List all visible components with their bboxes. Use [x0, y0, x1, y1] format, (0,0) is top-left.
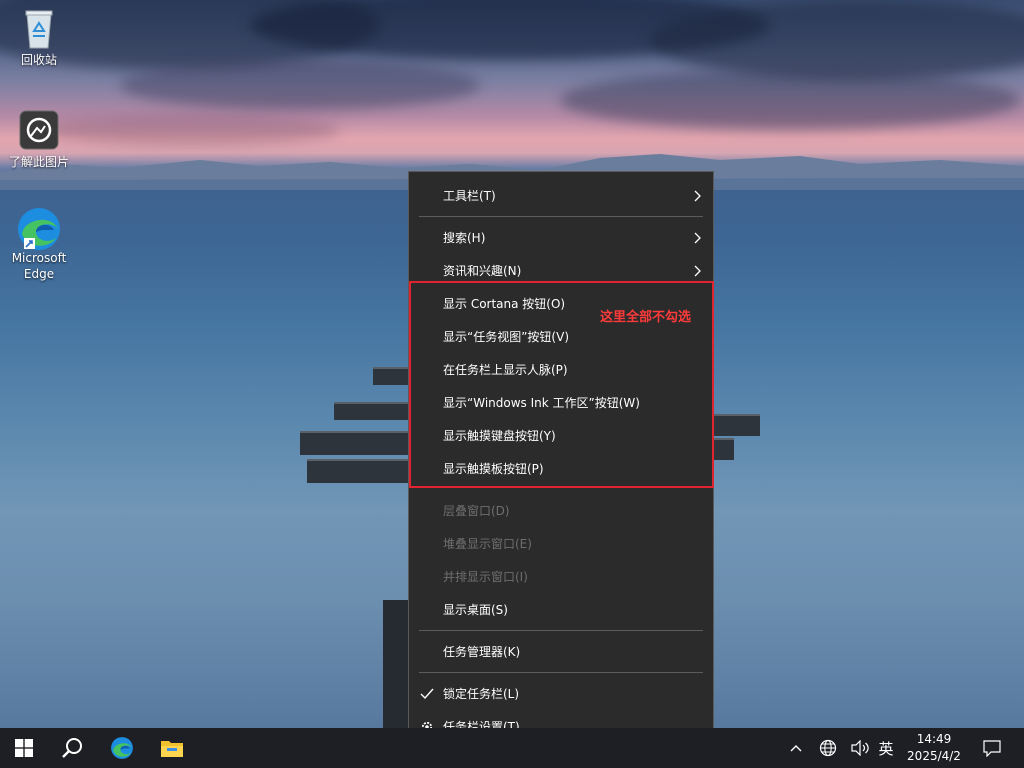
file-explorer-icon	[161, 741, 183, 757]
chevron-right-icon	[694, 265, 701, 277]
search-icon	[62, 738, 82, 758]
taskbar-edge-button[interactable]	[98, 728, 146, 768]
pier-plank	[373, 367, 413, 385]
pier-plank	[714, 414, 760, 436]
pier-plank	[714, 438, 734, 460]
menu-item-show-desktop[interactable]: 显示桌面(S)	[409, 594, 713, 627]
menu-item-label: 任务管理器(K)	[443, 645, 521, 659]
menu-item-label: 工具栏(T)	[443, 189, 496, 203]
desktop-icon-label: 了解此图片	[8, 155, 69, 169]
globe-icon	[819, 739, 837, 757]
speaker-icon	[851, 740, 869, 756]
network-button[interactable]	[816, 728, 840, 768]
menu-item-label: 搜索(H)	[443, 231, 486, 245]
menu-separator	[419, 216, 703, 217]
menu-item-label: 层叠窗口(D)	[443, 504, 510, 518]
windows-start-icon	[15, 739, 33, 757]
pier-plank	[300, 431, 412, 455]
desktop-icon-learn-about-picture[interactable]: 了解此图片	[3, 108, 75, 170]
chevron-right-icon	[694, 232, 701, 244]
recycle-bin-icon	[17, 6, 61, 50]
desktop-icon-label: 回收站	[20, 53, 57, 67]
menu-item-search[interactable]: 搜索(H)	[409, 222, 713, 255]
menu-item-label: 资讯和兴趣(N)	[443, 264, 522, 278]
edge-icon	[17, 204, 61, 250]
chevron-up-icon	[790, 745, 802, 752]
menu-item-lock-taskbar[interactable]: 锁定任务栏(L)	[409, 678, 713, 711]
camera-icon	[17, 108, 61, 152]
menu-item-label: 锁定任务栏(L)	[443, 687, 520, 701]
edge-icon	[111, 737, 133, 759]
menu-item-toolbars[interactable]: 工具栏(T)	[409, 180, 713, 213]
menu-item-label: 堆叠显示窗口(E)	[443, 537, 532, 551]
desktop-icon-recycle-bin[interactable]: 回收站	[3, 6, 75, 68]
notification-icon	[983, 740, 1001, 757]
cloud	[120, 60, 480, 110]
taskbar: 英 14:49 2025/4/2	[0, 728, 1024, 768]
clock-time: 14:49	[916, 732, 952, 746]
cloud	[560, 70, 1020, 130]
pier-post	[383, 600, 411, 728]
annotation-text: 这里全部不勾选	[600, 310, 692, 325]
checkmark-icon	[420, 688, 434, 700]
menu-item-label: 并排显示窗口(I)	[443, 570, 528, 584]
menu-separator	[419, 630, 703, 631]
clock-date: 2025/4/2	[907, 749, 961, 763]
taskbar-file-explorer-button[interactable]	[148, 728, 196, 768]
show-hidden-icons-button[interactable]	[784, 728, 808, 768]
menu-item-cascade-windows: 层叠窗口(D)	[409, 495, 713, 528]
menu-item-side-by-side-windows: 并排显示窗口(I)	[409, 561, 713, 594]
menu-separator	[419, 672, 703, 673]
clock[interactable]: 14:49 2025/4/2	[900, 728, 968, 768]
desktop-icon-label: Microsoft Edge	[11, 251, 67, 281]
cloud	[650, 0, 1024, 80]
pier-plank	[307, 459, 411, 483]
menu-item-stack-windows: 堆叠显示窗口(E)	[409, 528, 713, 561]
input-method-button[interactable]: 英	[874, 728, 898, 768]
chevron-right-icon	[694, 190, 701, 202]
start-button[interactable]	[0, 728, 48, 768]
pier-plank	[334, 402, 414, 420]
cloud	[40, 115, 340, 145]
menu-item-task-manager[interactable]: 任务管理器(K)	[409, 636, 713, 669]
desktop-icon-edge[interactable]: Microsoft Edge	[3, 204, 75, 282]
volume-button[interactable]	[848, 728, 872, 768]
action-center-button[interactable]	[976, 728, 1008, 768]
menu-item-label: 显示桌面(S)	[443, 603, 508, 617]
search-button[interactable]	[48, 728, 96, 768]
